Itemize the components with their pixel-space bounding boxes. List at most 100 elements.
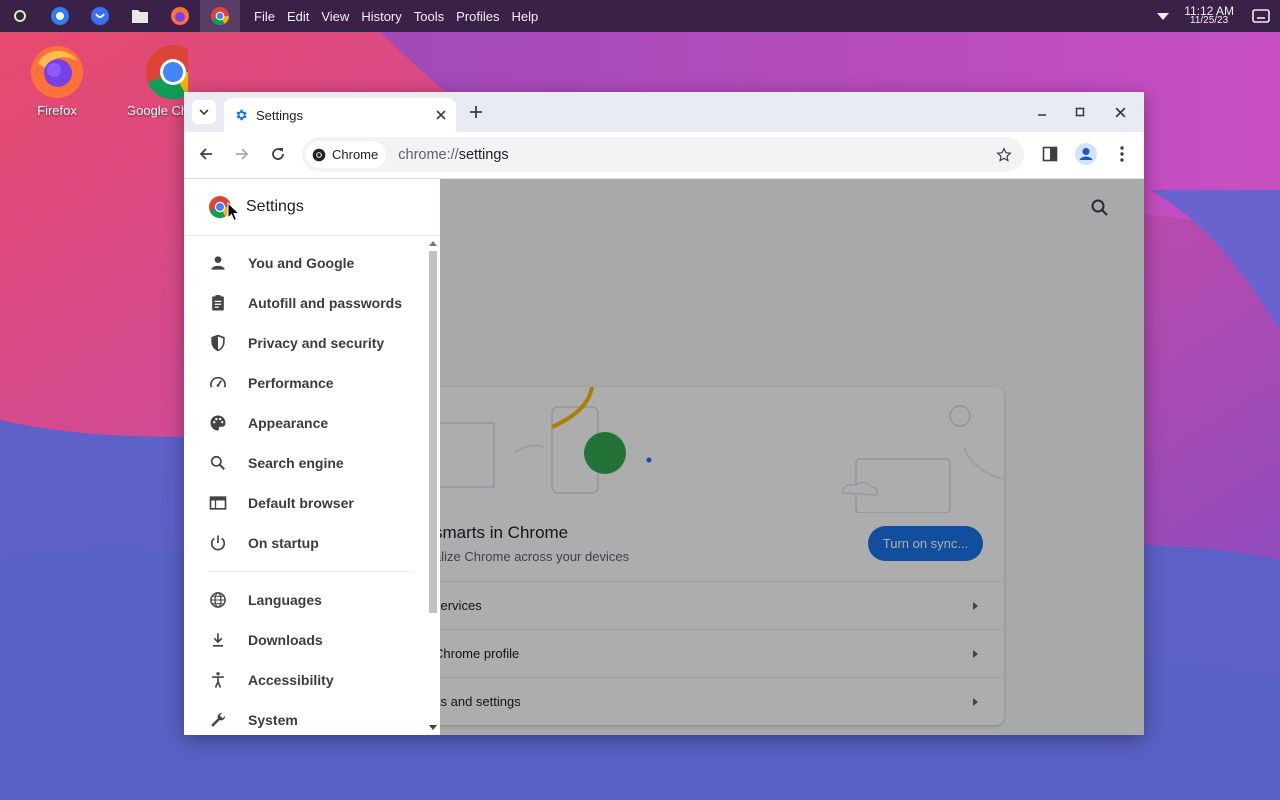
nav-you-and-google[interactable]: You and Google xyxy=(184,243,426,283)
scroll-down-arrow-icon[interactable] xyxy=(429,725,437,731)
shield-icon xyxy=(211,334,225,352)
nav-appearance[interactable]: Appearance xyxy=(184,403,426,443)
folder-icon xyxy=(132,10,148,23)
nav-privacy[interactable]: Privacy and security xyxy=(184,323,426,363)
reload-button[interactable] xyxy=(266,142,290,166)
nav-languages[interactable]: Languages xyxy=(184,580,426,620)
new-tab-button[interactable] xyxy=(464,100,488,124)
gear-icon xyxy=(236,109,247,121)
chrome-icon xyxy=(146,45,188,100)
chrome-logo-icon xyxy=(312,148,326,161)
taskbar-browser-app[interactable] xyxy=(40,0,80,32)
menu-view[interactable]: View xyxy=(315,9,355,24)
launcher-button[interactable] xyxy=(0,0,40,32)
chrome-icon xyxy=(211,7,229,26)
chrome-menu-button[interactable] xyxy=(1110,142,1134,166)
menu-profiles[interactable]: Profiles xyxy=(450,9,505,24)
avatar-icon xyxy=(1075,143,1097,165)
close-window-button[interactable] xyxy=(1108,100,1132,124)
kebab-menu-icon xyxy=(1120,146,1124,162)
mouse-cursor-icon xyxy=(227,202,241,222)
nav-label: Autofill and passwords xyxy=(248,295,403,311)
nav-label: Languages xyxy=(248,592,322,608)
nav-search-engine[interactable]: Search engine xyxy=(184,443,426,483)
firefox-icon xyxy=(171,7,189,25)
plus-icon xyxy=(470,106,482,118)
menu-help[interactable]: Help xyxy=(505,9,544,24)
nav-label: Search engine xyxy=(248,455,344,471)
nav-default-browser[interactable]: Default browser xyxy=(184,483,426,523)
chevron-down-icon xyxy=(199,109,209,115)
taskbar-store-app[interactable] xyxy=(80,0,120,32)
blue-browser-icon xyxy=(51,7,69,25)
menu-tools[interactable]: Tools xyxy=(408,9,450,24)
nav-system[interactable]: System xyxy=(184,700,426,735)
notifications-icon[interactable] xyxy=(1252,9,1270,23)
nav-label: Accessibility xyxy=(248,672,334,688)
settings-nav-drawer: Settings You and Google Autofill and pas… xyxy=(184,179,440,735)
forward-button[interactable] xyxy=(230,142,254,166)
profile-button[interactable] xyxy=(1074,142,1098,166)
nav-on-startup[interactable]: On startup xyxy=(184,523,426,563)
url-path: settings xyxy=(458,146,509,163)
menu-file[interactable]: File xyxy=(248,9,281,24)
firefox-icon xyxy=(31,46,83,98)
tray-dropdown-icon[interactable] xyxy=(1156,11,1170,21)
taskbar-chrome-app[interactable] xyxy=(200,0,240,32)
browser-toolbar: Chrome chrome://settings xyxy=(184,132,1144,179)
nav-accessibility[interactable]: Accessibility xyxy=(184,660,426,700)
store-icon xyxy=(91,7,109,25)
wrench-icon xyxy=(211,712,226,727)
clock[interactable]: 11:12 AM 11/25/23 xyxy=(1184,5,1234,26)
desktop-icon-chrome[interactable]: Google Ch xyxy=(128,42,188,118)
menu-edit[interactable]: Edit xyxy=(281,9,315,24)
side-panel-button[interactable] xyxy=(1038,142,1062,166)
address-bar[interactable]: Chrome chrome://settings xyxy=(302,137,1024,172)
tab-search-button[interactable] xyxy=(192,100,216,124)
close-icon xyxy=(1114,106,1126,118)
desktop-icon-firefox[interactable]: Firefox xyxy=(12,42,102,118)
nav-autofill[interactable]: Autofill and passwords xyxy=(184,283,426,323)
nav-label: On startup xyxy=(248,535,319,551)
download-icon xyxy=(213,633,223,647)
nav-label: Privacy and security xyxy=(248,335,385,351)
arrow-right-icon xyxy=(236,148,249,160)
nav-performance[interactable]: Performance xyxy=(184,363,426,403)
taskbar-files-app[interactable] xyxy=(120,0,160,32)
side-panel-icon xyxy=(1042,146,1058,162)
search-icon xyxy=(210,455,225,470)
arrow-left-icon xyxy=(199,148,212,160)
desktop-icon-label: Google Ch xyxy=(128,103,188,118)
nav-downloads[interactable]: Downloads xyxy=(184,620,426,660)
taskbar-firefox-app[interactable] xyxy=(160,0,200,32)
app-menu-bar: File Edit View History Tools Profiles He… xyxy=(248,9,544,24)
drawer-title: Settings xyxy=(246,198,304,215)
nav-label: Appearance xyxy=(248,415,329,431)
menu-history[interactable]: History xyxy=(355,9,407,24)
clock-date: 11/25/23 xyxy=(1190,15,1229,26)
person-icon xyxy=(211,256,225,270)
site-chip-label: Chrome xyxy=(332,147,379,162)
browser-window-icon xyxy=(209,496,227,510)
bookmark-star-icon[interactable] xyxy=(996,146,1012,163)
nav-label: System xyxy=(248,712,298,728)
url-scheme: chrome:// xyxy=(398,146,459,163)
maximize-button[interactable] xyxy=(1068,100,1092,124)
tab-strip: Settings xyxy=(184,92,1144,132)
power-icon xyxy=(210,535,226,551)
site-info-chip[interactable]: Chrome xyxy=(306,141,387,168)
scroll-up-arrow-icon[interactable] xyxy=(429,240,437,246)
accessibility-icon xyxy=(212,672,224,688)
minimize-icon xyxy=(1038,114,1046,116)
minimize-button[interactable] xyxy=(1030,100,1054,124)
clipboard-icon xyxy=(212,295,224,311)
tab-title: Settings xyxy=(256,107,303,123)
url-text[interactable]: chrome://settings xyxy=(398,147,508,163)
palette-icon xyxy=(210,415,226,431)
drawer-scrollbar[interactable] xyxy=(426,236,440,735)
scrollbar-thumb[interactable] xyxy=(429,251,437,613)
tab-settings[interactable]: Settings xyxy=(224,98,456,132)
settings-nav-list: You and Google Autofill and passwords Pr… xyxy=(184,243,426,735)
back-button[interactable] xyxy=(194,142,218,166)
close-tab-icon[interactable] xyxy=(436,110,446,120)
